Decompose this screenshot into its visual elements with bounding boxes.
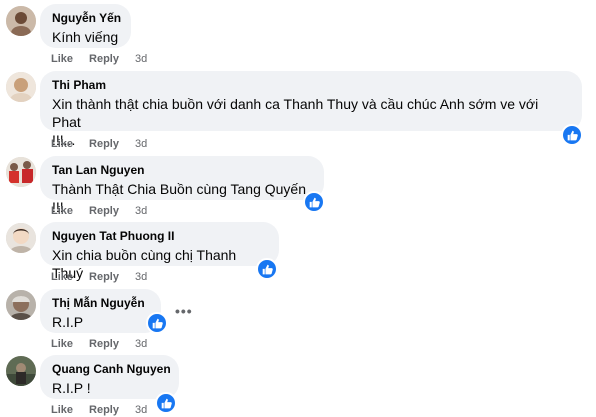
- reply-button[interactable]: Reply: [89, 138, 119, 150]
- comment-text: R.I.P: [52, 314, 84, 330]
- comment-author[interactable]: Tan Lan Nguyen: [52, 163, 312, 178]
- avatar[interactable]: [6, 157, 36, 187]
- comment-author[interactable]: Thi Pham: [52, 78, 570, 93]
- avatar[interactable]: [6, 290, 36, 320]
- comment-actions: Like Reply 3d: [51, 52, 147, 66]
- comment-timestamp[interactable]: 3d: [135, 271, 147, 283]
- avatar[interactable]: [6, 356, 36, 386]
- avatar[interactable]: [6, 223, 36, 253]
- comment-timestamp[interactable]: 3d: [135, 53, 147, 65]
- comment-actions: Like Reply 3d: [51, 137, 147, 151]
- more-options-icon[interactable]: •••: [175, 304, 193, 318]
- reply-button[interactable]: Reply: [89, 338, 119, 350]
- reaction-badge[interactable]: [155, 392, 177, 414]
- like-button[interactable]: Like: [51, 404, 73, 416]
- avatar-image-icon: [6, 72, 36, 102]
- reaction-badge[interactable]: [146, 312, 168, 334]
- like-button[interactable]: Like: [51, 205, 73, 217]
- comment-actions: Like Reply 3d: [51, 204, 147, 218]
- thumbs-up-icon: [152, 318, 163, 328]
- comment-author[interactable]: Nguyễn Yến: [52, 11, 121, 26]
- avatar-image-icon: [6, 157, 36, 187]
- reply-button[interactable]: Reply: [89, 205, 119, 217]
- comment-timestamp[interactable]: 3d: [135, 138, 147, 150]
- comment-bubble: Nguyễn Yến Kính viếng: [40, 4, 131, 48]
- comment-bubble: Thị Mẫn Nguyễn R.I.P: [40, 289, 161, 333]
- like-button[interactable]: Like: [51, 338, 73, 350]
- reaction-badge[interactable]: [561, 124, 583, 146]
- comment-timestamp[interactable]: 3d: [135, 404, 147, 416]
- avatar[interactable]: [6, 6, 36, 36]
- reply-button[interactable]: Reply: [89, 271, 119, 283]
- thumbs-up-icon: [161, 398, 172, 408]
- like-button[interactable]: Like: [51, 53, 73, 65]
- reaction-badge[interactable]: [256, 258, 278, 280]
- like-button[interactable]: Like: [51, 271, 73, 283]
- comment-bubble: Nguyen Tat Phuong II Xin chia buồn cùng …: [40, 222, 279, 281]
- comment-bubble: Quang Canh Nguyen R.I.P !: [40, 355, 179, 399]
- comment-timestamp[interactable]: 3d: [135, 205, 147, 217]
- avatar-image-icon: [6, 6, 36, 36]
- reply-button[interactable]: Reply: [89, 53, 119, 65]
- comment-author[interactable]: Nguyen Tat Phuong II: [52, 229, 267, 244]
- thumbs-up-icon: [262, 264, 273, 274]
- comment-bubble: Tan Lan Nguyen Thành Thật Chia Buồn cùng…: [40, 156, 324, 215]
- comment-text: Kính viếng: [52, 29, 119, 45]
- like-button[interactable]: Like: [51, 138, 73, 150]
- comment-actions: Like Reply 3d: [51, 270, 147, 284]
- comment-author[interactable]: Thị Mẫn Nguyễn: [52, 296, 149, 311]
- thumbs-up-icon: [567, 130, 578, 140]
- comment-actions: Like Reply 3d: [51, 337, 147, 351]
- reply-button[interactable]: Reply: [89, 404, 119, 416]
- avatar-image-icon: [6, 356, 36, 386]
- comment-text: R.I.P !: [52, 380, 91, 396]
- comment-text-line: Xin thành thật chia buồn với danh ca Tha…: [52, 96, 539, 130]
- comment-timestamp[interactable]: 3d: [135, 338, 147, 350]
- thumbs-up-icon: [309, 197, 320, 207]
- comment-author[interactable]: Quang Canh Nguyen: [52, 362, 171, 377]
- avatar-image-icon: [6, 290, 36, 320]
- comment-bubble: Thi Pham Xin thành thật chia buồn với da…: [40, 71, 582, 148]
- reaction-badge[interactable]: [303, 191, 325, 213]
- avatar-image-icon: [6, 223, 36, 253]
- avatar[interactable]: [6, 72, 36, 102]
